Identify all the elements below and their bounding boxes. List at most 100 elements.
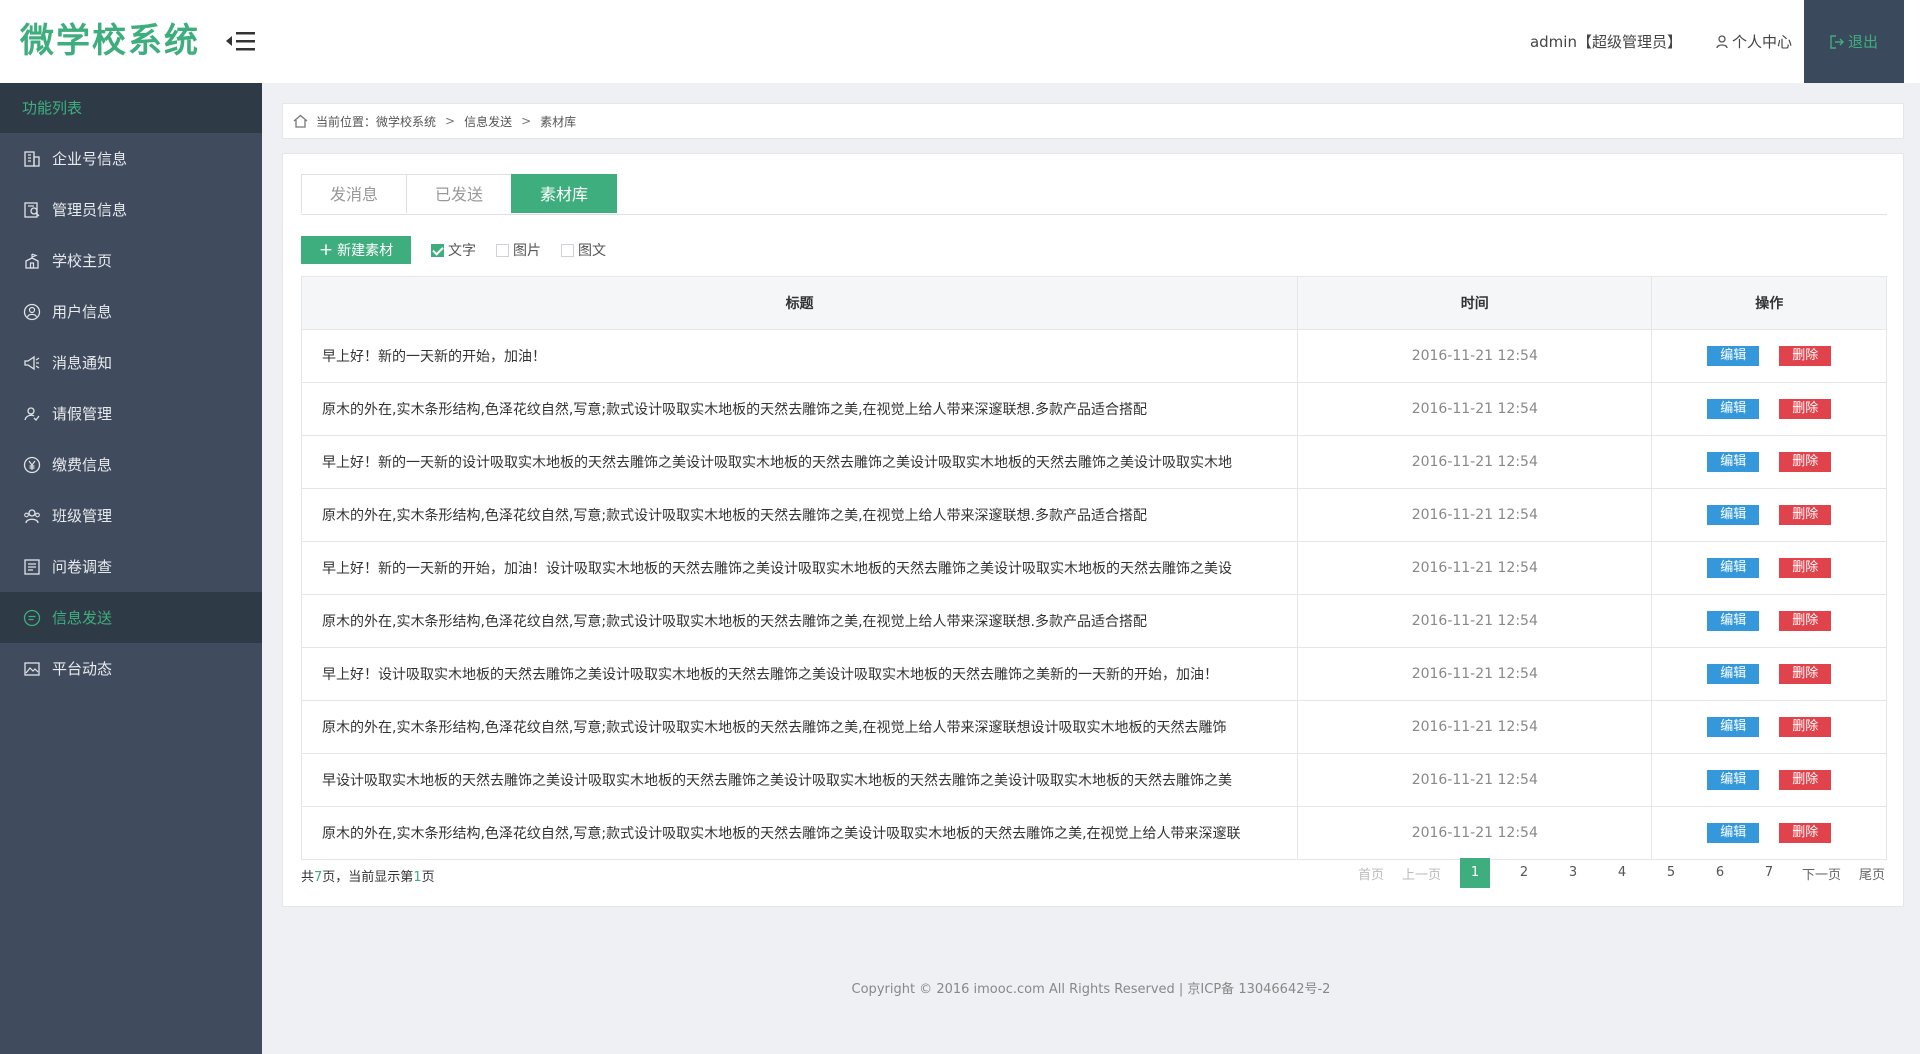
- first-page-link[interactable]: 首页: [1358, 864, 1384, 883]
- edit-button[interactable]: 编辑: [1707, 611, 1760, 631]
- edit-button[interactable]: 编辑: [1707, 717, 1760, 737]
- user-icon: [22, 302, 42, 322]
- sidebar-item-platform-news[interactable]: 平台动态: [0, 643, 262, 694]
- page-number-7[interactable]: 7: [1754, 858, 1784, 888]
- delete-button[interactable]: 删除: [1779, 346, 1832, 366]
- row-time: 2016-11-21 12:54: [1297, 700, 1653, 754]
- page-info-prefix: 共: [301, 870, 315, 885]
- column-header-title: 标题: [300, 276, 1299, 330]
- row-actions: 编辑 删除: [1651, 594, 1887, 648]
- page-number-4[interactable]: 4: [1607, 858, 1637, 888]
- edit-button[interactable]: 编辑: [1707, 558, 1760, 578]
- table-row: 原木的外在,实木条形结构,色泽花纹自然,写意;款式设计吸取实木地板的天然去雕饰之…: [300, 488, 1887, 542]
- row-title: 原木的外在,实木条形结构,色泽花纹自然,写意;款式设计吸取实木地板的天然去雕饰之…: [300, 382, 1299, 436]
- delete-button[interactable]: 删除: [1779, 770, 1832, 790]
- delete-button[interactable]: 删除: [1779, 717, 1832, 737]
- row-title: 原木的外在,实木条形结构,色泽花纹自然,写意;款式设计吸取实木地板的天然去雕饰之…: [300, 594, 1299, 648]
- sidebar-item-send-message[interactable]: 信息发送: [0, 592, 262, 643]
- column-header-time: 时间: [1297, 276, 1653, 330]
- filter-text[interactable]: 文字: [431, 240, 476, 260]
- row-time: 2016-11-21 12:54: [1297, 594, 1653, 648]
- breadcrumb-separator: >: [445, 114, 456, 128]
- sidebar-item-notifications[interactable]: 消息通知: [0, 337, 262, 388]
- row-title: 原木的外在,实木条形结构,色泽花纹自然,写意;款式设计吸取实木地板的天然去雕饰之…: [300, 700, 1299, 754]
- edit-button[interactable]: 编辑: [1707, 346, 1760, 366]
- filter-rich-media[interactable]: 图文: [561, 240, 606, 260]
- tab-send-message[interactable]: 发消息: [301, 174, 407, 213]
- breadcrumb-prefix[interactable]: 当前位置：微学校系统: [316, 113, 436, 130]
- top-header: 微学校系统 admin【超级管理员】 个人中心 退出: [0, 0, 1920, 83]
- sidebar-item-label: 班级管理: [52, 507, 113, 525]
- delete-button[interactable]: 删除: [1779, 664, 1832, 684]
- home-icon[interactable]: [293, 114, 308, 128]
- delete-button[interactable]: 删除: [1779, 823, 1832, 843]
- sidebar-item-label: 请假管理: [52, 405, 113, 423]
- logout-icon: [1830, 34, 1844, 49]
- page-number-1[interactable]: 1: [1459, 858, 1490, 888]
- row-actions: 编辑 删除: [1651, 753, 1887, 807]
- survey-icon: [22, 557, 42, 577]
- sidebar-item-survey[interactable]: 问卷调查: [0, 541, 262, 592]
- next-page-link[interactable]: 下一页: [1802, 864, 1841, 883]
- delete-button[interactable]: 删除: [1779, 505, 1832, 525]
- row-title: 原木的外在,实木条形结构,色泽花纹自然,写意;款式设计吸取实木地板的天然去雕饰之…: [300, 488, 1299, 542]
- breadcrumb-level2[interactable]: 信息发送: [464, 113, 512, 130]
- breadcrumb-separator: >: [521, 114, 532, 128]
- new-material-button[interactable]: + 新建素材: [301, 236, 411, 264]
- menu-toggle-icon[interactable]: [226, 28, 264, 54]
- personal-center-link[interactable]: 个人中心: [1716, 31, 1792, 52]
- header-right: admin【超级管理员】 个人中心 退出: [1530, 0, 1920, 83]
- logout-label: 退出: [1847, 33, 1878, 51]
- sidebar-item-admin[interactable]: 管理员信息: [0, 184, 262, 235]
- page-number-6[interactable]: 6: [1705, 858, 1735, 888]
- table-row: 早上好！新的一天新的设计吸取实木地板的天然去雕饰之美设计吸取实木地板的天然去雕饰…: [300, 435, 1887, 489]
- delete-button[interactable]: 删除: [1779, 558, 1832, 578]
- edit-button[interactable]: 编辑: [1707, 505, 1760, 525]
- checkbox-rich-media[interactable]: [561, 243, 574, 257]
- prev-page-link[interactable]: 上一页: [1402, 864, 1441, 883]
- user-label: admin【超级管理员】: [1529, 33, 1682, 51]
- app-logo[interactable]: 微学校系统: [20, 18, 200, 64]
- sidebar-item-fees[interactable]: 缴费信息: [0, 439, 262, 490]
- last-page-link[interactable]: 尾页: [1859, 864, 1885, 883]
- yuan-icon: [22, 455, 42, 475]
- logout-button[interactable]: 退出: [1804, 0, 1904, 83]
- checkbox-text[interactable]: [431, 243, 444, 257]
- sidebar-item-enterprise[interactable]: 企业号信息: [0, 133, 262, 184]
- tab-material-library[interactable]: 素材库: [511, 174, 617, 213]
- person-icon: [1716, 34, 1728, 48]
- row-time: 2016-11-21 12:54: [1297, 753, 1653, 807]
- footer-copyright: Copyright © 2016 imooc.com All Rights Re…: [851, 982, 1331, 997]
- row-actions: 编辑 删除: [1651, 488, 1887, 542]
- edit-button[interactable]: 编辑: [1707, 823, 1760, 843]
- sidebar-item-classes[interactable]: 班级管理: [0, 490, 262, 541]
- edit-button[interactable]: 编辑: [1707, 770, 1760, 790]
- row-title: 早设计吸取实木地板的天然去雕饰之美设计吸取实木地板的天然去雕饰之美设计吸取实木地…: [300, 753, 1299, 807]
- page-number-2[interactable]: 2: [1509, 858, 1539, 888]
- sidebar-item-label: 管理员信息: [52, 201, 128, 219]
- row-time: 2016-11-21 12:54: [1297, 435, 1653, 489]
- delete-button[interactable]: 删除: [1779, 611, 1832, 631]
- delete-button[interactable]: 删除: [1779, 452, 1832, 472]
- page-number-5[interactable]: 5: [1656, 858, 1686, 888]
- page-info-suffix: 页: [421, 870, 435, 885]
- table-row: 原木的外在,实木条形结构,色泽花纹自然,写意;款式设计吸取实木地板的天然去雕饰之…: [300, 700, 1887, 754]
- sidebar-item-label: 信息发送: [52, 609, 113, 627]
- sidebar-item-label: 学校主页: [52, 252, 113, 270]
- sidebar-item-leave[interactable]: 请假管理: [0, 388, 262, 439]
- sidebar-item-users[interactable]: 用户信息: [0, 286, 262, 337]
- edit-button[interactable]: 编辑: [1707, 452, 1760, 472]
- tab-sent[interactable]: 已发送: [406, 174, 512, 213]
- page-number-3[interactable]: 3: [1558, 858, 1588, 888]
- row-actions: 编辑 删除: [1651, 541, 1887, 595]
- edit-button[interactable]: 编辑: [1707, 664, 1760, 684]
- filter-label: 图文: [578, 243, 606, 259]
- filter-image[interactable]: 图片: [496, 240, 541, 260]
- sidebar-item-school-home[interactable]: 学校主页: [0, 235, 262, 286]
- delete-button[interactable]: 删除: [1779, 399, 1832, 419]
- row-title: 早上好！新的一天新的开始，加油！: [300, 329, 1299, 383]
- filter-label: 文字: [448, 243, 476, 259]
- row-time: 2016-11-21 12:54: [1297, 488, 1653, 542]
- checkbox-image[interactable]: [496, 243, 509, 257]
- edit-button[interactable]: 编辑: [1707, 399, 1760, 419]
